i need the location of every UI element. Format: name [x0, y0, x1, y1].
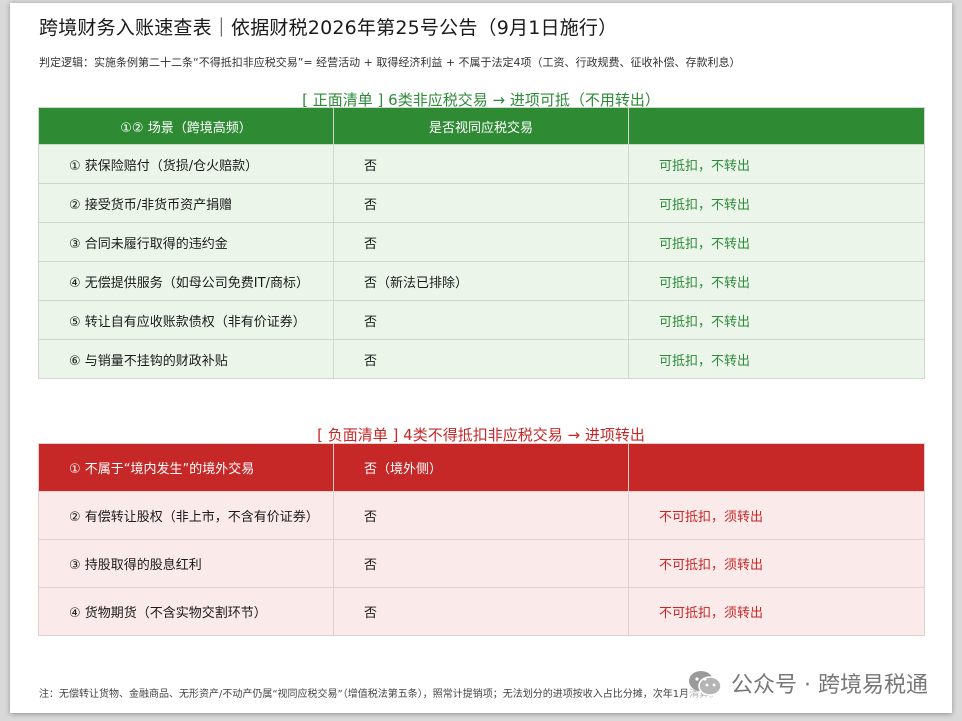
page-title: 跨境财务入账速查表｜依据财税2026年第25号公告（9月1日施行）	[39, 17, 618, 39]
scene-cell: ④ 无偿提供服务（如母公司免费IT/商标）	[38, 261, 334, 301]
table-row: ③ 持股取得的股息红利 否 不可抵扣，须转出	[38, 539, 925, 588]
taxable-cell: 否	[333, 183, 629, 223]
table-header-row: ①② 场景（跨境高频） 是否视同应税交易	[38, 107, 925, 145]
scene-cell: ① 获保险赔付（货损/仓火赔款）	[38, 144, 334, 184]
table-row: ④ 货物期货（不含实物交割环节） 否 不可抵扣，须转出	[38, 587, 925, 636]
watermark: 公众号 · 跨境易税通	[687, 667, 928, 699]
positive-list-table: ①② 场景（跨境高频） 是否视同应税交易 ① 获保险赔付（货损/仓火赔款） 否 …	[38, 107, 925, 379]
scene-cell: ③ 合同未履行取得的违约金	[38, 222, 334, 262]
table-row: ① 获保险赔付（货损/仓火赔款） 否 可抵扣，不转出	[38, 144, 925, 184]
header-scene: ①② 场景（跨境高频）	[38, 107, 334, 145]
wechat-icon	[689, 671, 722, 696]
table-row: ⑤ 转让自有应收账款债权（非有价证券） 否 可抵扣，不转出	[38, 300, 925, 340]
table-row: ② 接受货币/非货币资产捐赠 否 可抵扣，不转出	[38, 183, 925, 223]
taxable-cell: 否	[333, 222, 629, 262]
result-cell: 可抵扣，不转出	[628, 339, 925, 379]
scene-cell: ③ 持股取得的股息红利	[38, 539, 334, 588]
table-row: ⑥ 与销量不挂钩的财政补贴 否 可抵扣，不转出	[38, 339, 925, 379]
scene-cell: ① 不属于“境内发生”的境外交易	[38, 443, 334, 492]
watermark-text: 公众号 · 跨境易税通	[731, 673, 928, 698]
taxable-cell: 否（境外侧）	[333, 443, 629, 492]
logic-statement: 判定逻辑：实施条例第二十二条“不得抵扣非应税交易”= 经营活动 + 取得经济利益…	[39, 56, 741, 69]
negative-list-table: ① 不属于“境内发生”的境外交易 否（境外侧） ② 有偿转让股权（非上市，不含有…	[38, 443, 925, 636]
scene-cell: ⑥ 与销量不挂钩的财政补贴	[38, 339, 334, 379]
result-cell: 可抵扣，不转出	[628, 261, 925, 301]
taxable-cell: 否（新法已排除）	[333, 261, 629, 301]
header-taxable: 是否视同应税交易	[333, 107, 629, 145]
taxable-cell: 否	[333, 491, 629, 540]
result-cell: 可抵扣，不转出	[628, 222, 925, 262]
taxable-cell: 否	[333, 339, 629, 379]
scene-cell: ② 接受货币/非货币资产捐赠	[38, 183, 334, 223]
result-cell: 可抵扣，不转出	[628, 300, 925, 340]
table-row: ④ 无偿提供服务（如母公司免费IT/商标） 否（新法已排除） 可抵扣，不转出	[38, 261, 925, 301]
result-cell: 可抵扣，不转出	[628, 183, 925, 223]
sheet: 跨境财务入账速查表｜依据财税2026年第25号公告（9月1日施行） 判定逻辑：实…	[10, 3, 952, 713]
taxable-cell: 否	[333, 300, 629, 340]
result-cell: 不可抵扣，须转出	[628, 587, 925, 636]
result-cell	[628, 443, 925, 492]
scene-cell: ⑤ 转让自有应收账款债权（非有价证券）	[38, 300, 334, 340]
table-row: ③ 合同未履行取得的违约金 否 可抵扣，不转出	[38, 222, 925, 262]
negative-list-title: [ 负面清单 ] 4类不得抵扣非应税交易 → 进项转出	[317, 426, 645, 444]
taxable-cell: 否	[333, 539, 629, 588]
taxable-cell: 否	[333, 587, 629, 636]
taxable-cell: 否	[333, 144, 629, 184]
result-cell: 不可抵扣，须转出	[628, 491, 925, 540]
scene-cell: ④ 货物期货（不含实物交割环节）	[38, 587, 334, 636]
table-header-row: ① 不属于“境内发生”的境外交易 否（境外侧）	[38, 443, 925, 492]
footnote: 注：无偿转让货物、金融商品、无形资产/不动产仍属“视同应税交易”（增值税法第五条…	[39, 689, 720, 700]
scene-cell: ② 有偿转让股权（非上市，不含有价证券）	[38, 491, 334, 540]
result-cell: 不可抵扣，须转出	[628, 539, 925, 588]
table-row: ② 有偿转让股权（非上市，不含有价证券） 否 不可抵扣，须转出	[38, 491, 925, 540]
result-cell: 可抵扣，不转出	[628, 144, 925, 184]
header-result	[628, 107, 925, 145]
